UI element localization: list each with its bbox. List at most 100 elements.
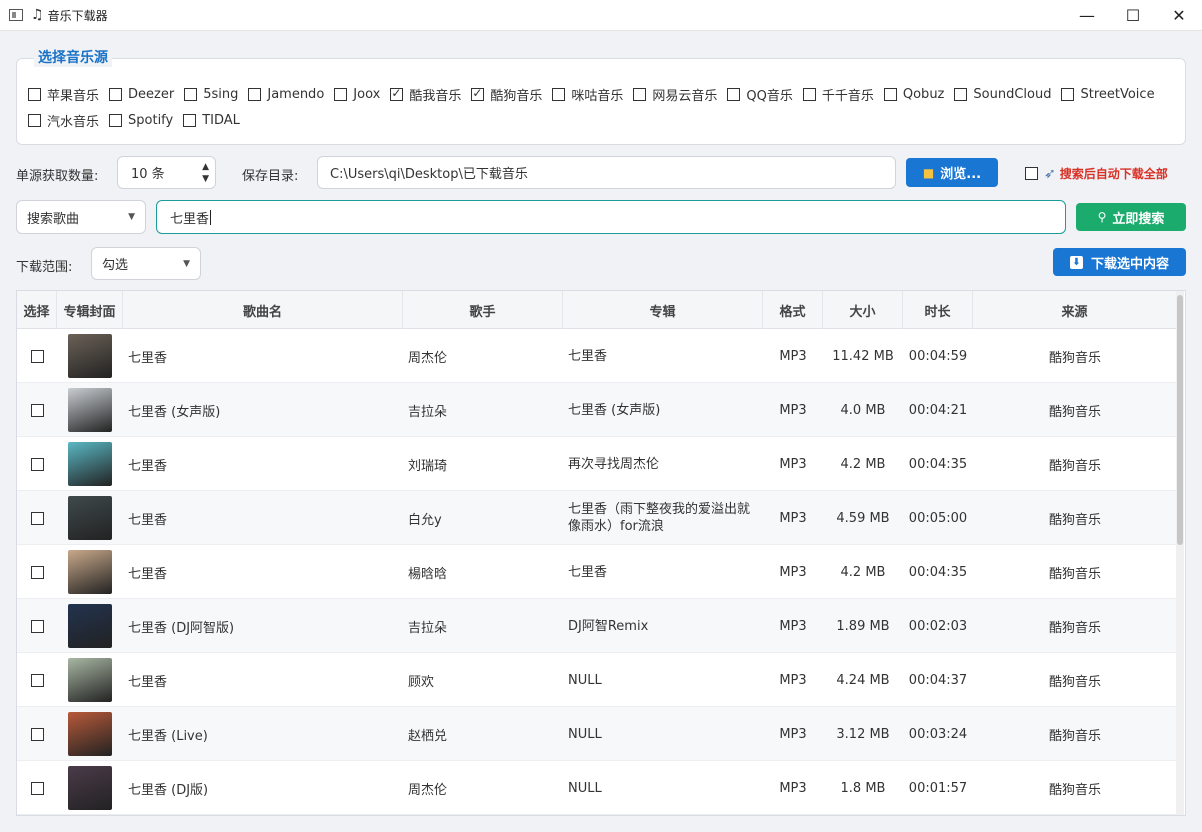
spin-arrows-icon[interactable]: ▲ ▼ (202, 161, 209, 185)
source-label: SoundCloud (973, 87, 1052, 102)
row-checkbox[interactable] (30, 403, 44, 417)
column-header[interactable]: 来源 (973, 291, 1177, 329)
source-option[interactable]: Spotify (109, 113, 173, 128)
source-checkbox[interactable] (28, 88, 41, 101)
row-checkbox[interactable] (30, 511, 44, 525)
table-row[interactable]: 七里香 (Live) 赵栖兑 NULL MP3 3.12 MB 00:03:24 酷狗音乐 (17, 707, 1177, 761)
source-option[interactable]: 酷我音乐 (390, 85, 461, 104)
source-checkbox[interactable] (183, 114, 197, 127)
album-cover (68, 766, 112, 810)
save-dir-input[interactable]: C:\Users\qi\Desktop\已下载音乐 (317, 156, 896, 189)
source-checkbox[interactable] (28, 114, 41, 127)
scrollbar-thumb[interactable] (1177, 295, 1183, 545)
source-checkbox[interactable] (883, 88, 897, 101)
source-option[interactable]: 千千音乐 (802, 85, 874, 104)
column-header[interactable]: 选择 (17, 291, 57, 329)
table-row[interactable]: 七里香 周杰伦 七里香 MP3 11.42 MB 00:04:59 酷狗音乐 (17, 329, 1177, 383)
source-checkbox[interactable] (1061, 88, 1075, 101)
auto-download-option[interactable]: ➶ 搜索后自动下载全部 (1025, 165, 1168, 182)
table-row[interactable]: 七里香 (女声版) 吉拉朵 七里香 (女声版) MP3 4.0 MB 00:04:21 酷狗… (17, 383, 1177, 437)
row-checkbox[interactable] (30, 457, 44, 471)
column-header[interactable]: 歌手 (403, 291, 563, 329)
column-header[interactable]: 专辑 (563, 291, 763, 329)
format: MP3 (779, 348, 807, 364)
table-row[interactable]: 七里香 (DJ版) 周杰伦 NULL MP3 1.8 MB 00:01:57 酷狗音乐 (17, 761, 1177, 815)
search-type-select[interactable]: 搜索歌曲 ▼ (16, 200, 146, 234)
row-checkbox[interactable] (30, 565, 44, 579)
select-cell[interactable] (17, 491, 57, 545)
column-header[interactable]: 专辑封面 (57, 291, 123, 329)
select-cell[interactable] (17, 545, 57, 599)
source-option[interactable]: Qobuz (883, 87, 944, 102)
source-checkbox[interactable] (954, 88, 968, 101)
source-option[interactable]: QQ音乐 (727, 85, 793, 104)
row-checkbox[interactable] (30, 673, 44, 687)
source-checkbox[interactable] (109, 114, 123, 127)
source-option[interactable]: TIDAL (183, 113, 240, 128)
source-option[interactable]: Jamendo (248, 87, 324, 102)
source-checkbox[interactable] (390, 86, 404, 101)
row-checkbox[interactable] (30, 619, 44, 633)
duration: 00:04:35 (908, 564, 968, 580)
artist-name: 周杰伦 (408, 782, 448, 798)
source-checkbox[interactable] (248, 88, 262, 101)
select-cell[interactable] (17, 383, 57, 437)
column-header[interactable]: 大小 (823, 291, 903, 329)
source-option[interactable]: 5sing (184, 87, 238, 102)
close-button[interactable]: ✕ (1156, 0, 1202, 31)
source-option[interactable]: Deezer (109, 87, 174, 102)
source-checkbox[interactable] (802, 88, 816, 101)
results-table: 选择 专辑封面 歌曲名 歌手 专辑 格式 大小 时长 来源 七里香 周杰伦 七里香 MP3 11.42 … (16, 290, 1186, 816)
source-option[interactable]: 苹果音乐 (28, 85, 99, 104)
artist-name: 顾欢 (408, 674, 435, 690)
source-option[interactable]: StreetVoice (1061, 87, 1155, 102)
source-checkbox[interactable] (633, 88, 647, 101)
source-option[interactable]: SoundCloud (954, 87, 1051, 102)
range-select[interactable]: 勾选 ▼ (91, 247, 201, 280)
count-spinbox[interactable]: 10 条 ▲ ▼ (117, 156, 216, 189)
table-row[interactable]: 七里香 楊晗晗 七里香 MP3 4.2 MB 00:04:35 酷狗音乐 (17, 545, 1177, 599)
source-checkbox[interactable] (552, 88, 566, 101)
window-title: 音乐下载器 (47, 8, 108, 23)
select-cell[interactable] (17, 437, 57, 491)
source-checkbox[interactable] (471, 86, 485, 101)
source-option[interactable]: 酷狗音乐 (471, 85, 542, 104)
row-checkbox[interactable] (30, 349, 44, 363)
table-row[interactable]: 七里香 (DJ阿智版) 吉拉朵 DJ阿智Remix MP3 1.89 MB 00:02:0… (17, 599, 1177, 653)
auto-download-checkbox[interactable] (1025, 167, 1038, 180)
search-input[interactable]: 七里香 (156, 200, 1066, 234)
row-checkbox[interactable] (30, 781, 44, 795)
browse-button[interactable]: ■ 浏览... (906, 158, 998, 187)
table-header: 选择 专辑封面 歌曲名 歌手 专辑 格式 大小 时长 来源 (17, 291, 1177, 329)
select-cell[interactable] (17, 653, 57, 707)
vertical-scrollbar[interactable] (1176, 291, 1184, 815)
source-option[interactable]: 网易云音乐 (633, 85, 717, 104)
source-option[interactable]: 咪咕音乐 (552, 85, 623, 104)
source-checkbox[interactable] (184, 88, 198, 101)
table-row[interactable]: 七里香 顾欢 NULL MP3 4.24 MB 00:04:37 酷狗音乐 (17, 653, 1177, 707)
row-checkbox[interactable] (30, 727, 44, 741)
select-cell[interactable] (17, 761, 57, 815)
table-row[interactable]: 七里香 白允y 七里香（雨下整夜我的爱溢出就像雨水）for流浪 MP3 4.59 MB 0… (17, 491, 1177, 545)
source-checkbox[interactable] (727, 88, 741, 101)
maximize-button[interactable]: ☐ (1110, 0, 1156, 31)
table-row[interactable]: 七里香 刘瑞琦 再次寻找周杰伦 MP3 4.2 MB 00:04:35 酷狗音乐 (17, 437, 1177, 491)
album-cover (68, 550, 112, 594)
search-button[interactable]: ⚲ 立即搜索 (1076, 203, 1186, 231)
duration: 00:04:21 (908, 402, 968, 418)
source-option[interactable]: Joox (334, 87, 380, 102)
column-header[interactable]: 时长 (903, 291, 973, 329)
download-selected-button[interactable]: ⬇ 下载选中内容 (1053, 248, 1186, 276)
select-cell[interactable] (17, 329, 57, 383)
source-option[interactable]: 汽水音乐 (28, 111, 99, 130)
album-name: 七里香（雨下整夜我的爱溢出就像雨水）for流浪 (568, 502, 751, 534)
source-checkbox[interactable] (334, 88, 348, 101)
format: MP3 (779, 672, 807, 688)
source-name: 酷狗音乐 (1048, 404, 1101, 420)
column-header[interactable]: 格式 (763, 291, 823, 329)
source-checkbox[interactable] (109, 88, 123, 101)
minimize-button[interactable]: — (1064, 0, 1110, 31)
column-header[interactable]: 歌曲名 (123, 291, 403, 329)
select-cell[interactable] (17, 599, 57, 653)
select-cell[interactable] (17, 707, 57, 761)
